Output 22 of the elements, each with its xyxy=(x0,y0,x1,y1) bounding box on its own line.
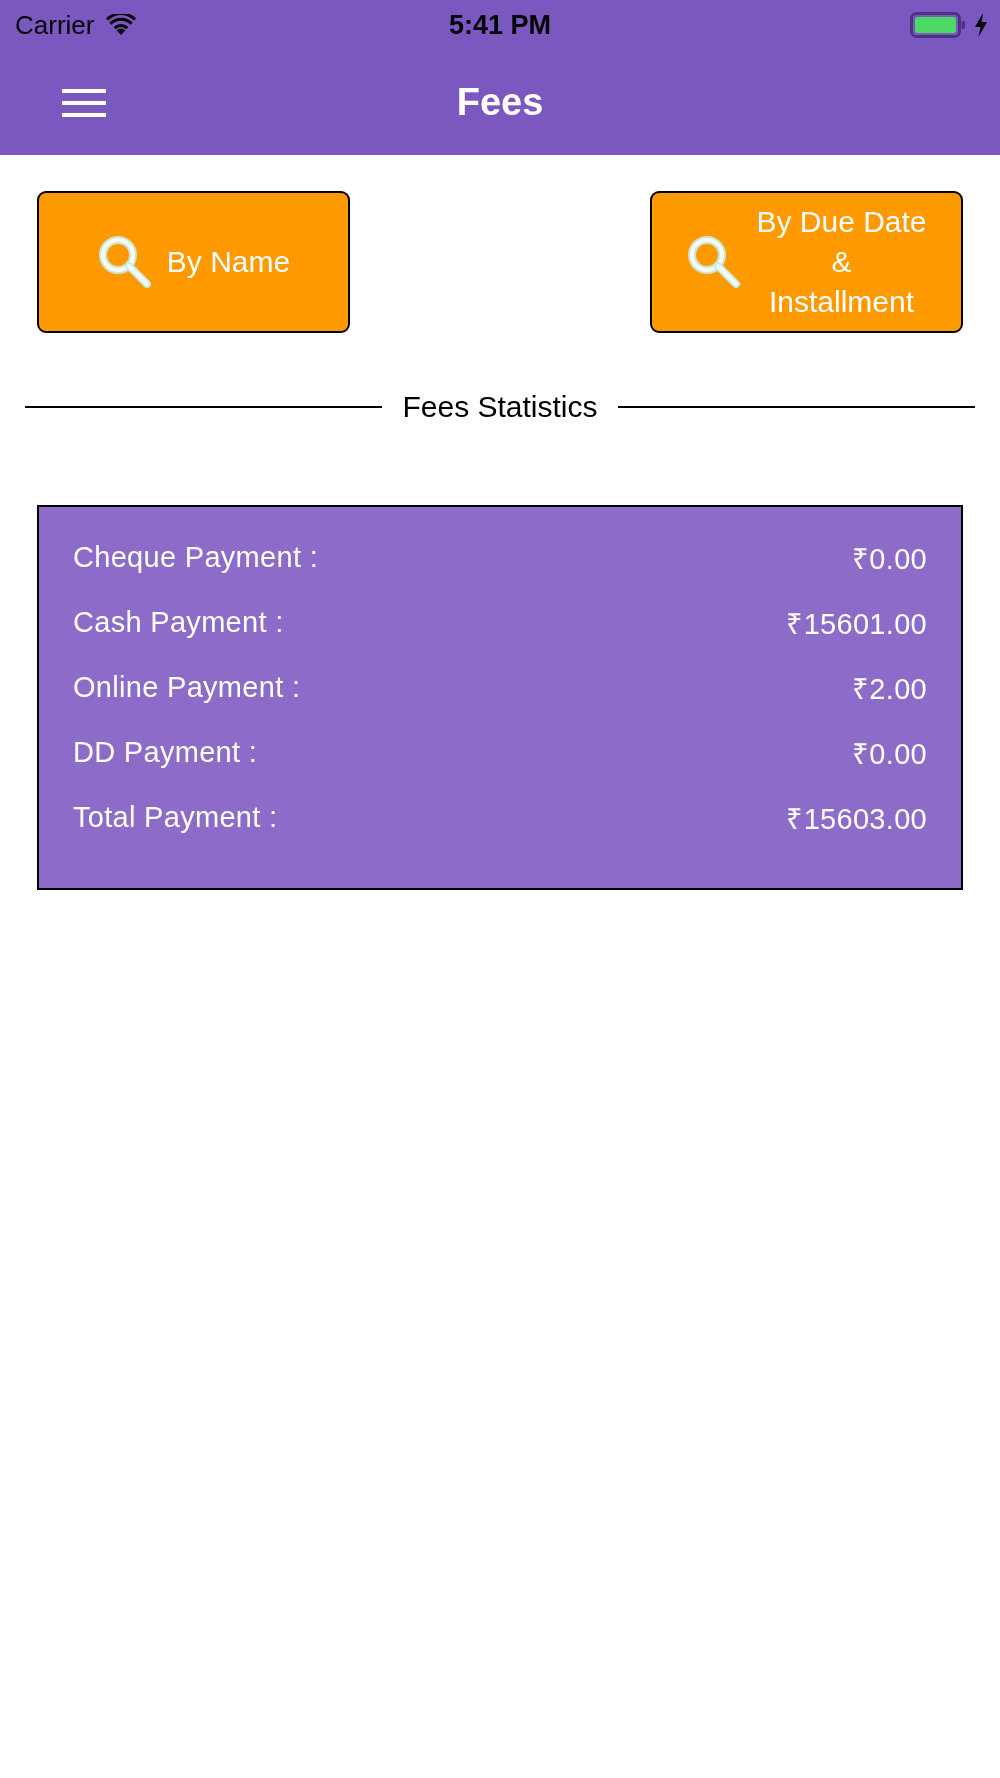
payment-amount: ₹2.00 xyxy=(852,672,927,707)
payment-label: Cheque Payment : xyxy=(73,541,318,574)
menu-icon xyxy=(62,88,106,117)
screen-title: Fees xyxy=(456,81,544,124)
section-title: Fees Statistics xyxy=(402,390,598,424)
carrier-name: Carrier xyxy=(15,9,95,41)
payment-label: Cash Payment : xyxy=(73,606,284,639)
payment-label: Online Payment : xyxy=(73,671,301,704)
payment-label: DD Payment : xyxy=(73,736,258,769)
payment-amount: ₹15601.00 xyxy=(786,607,927,642)
wifi-icon xyxy=(106,14,137,36)
search-button[interactable]: By Name xyxy=(37,191,350,333)
payment-amount: ₹0.00 xyxy=(852,737,927,772)
charging-bolt-icon xyxy=(974,13,988,37)
search-icon xyxy=(96,234,153,290)
payment-amount: ₹15603.00 xyxy=(786,802,927,837)
search-icon xyxy=(686,234,743,290)
status-time: 5:41 PM xyxy=(449,9,551,41)
payment-amount: ₹0.00 xyxy=(852,542,927,577)
battery-icon xyxy=(910,12,966,38)
payment-label: Total Payment : xyxy=(73,801,278,834)
search-button[interactable]: By Due Date & Installment xyxy=(650,191,963,333)
